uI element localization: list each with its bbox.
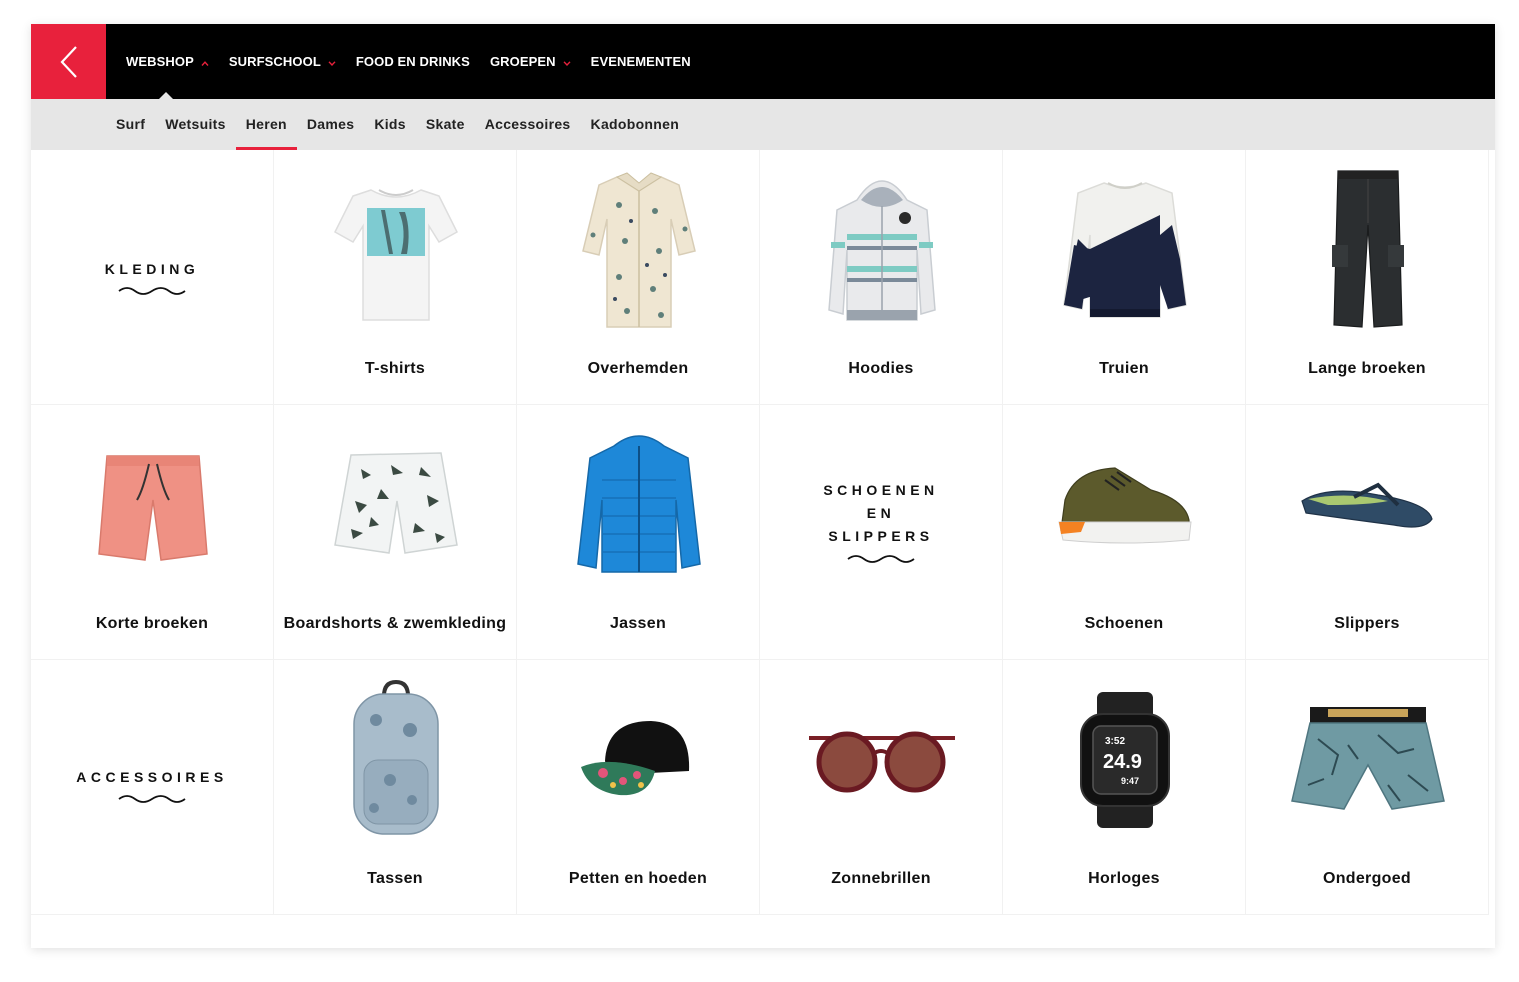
trui-image xyxy=(1003,150,1246,350)
lange-broek-image xyxy=(1246,150,1489,350)
category-label: Zonnebrillen xyxy=(831,870,931,887)
category-tile-truien[interactable]: Truien xyxy=(1003,150,1246,405)
overhemd-image xyxy=(517,150,760,350)
active-nav-indicator xyxy=(159,92,173,99)
subnav-item-accessoires[interactable]: Accessoires xyxy=(475,99,581,150)
watch-value-text: 24.9 xyxy=(1103,751,1142,773)
category-label: Slippers xyxy=(1334,615,1400,632)
category-tile-tshirts[interactable]: T-shirts xyxy=(274,150,517,405)
nav-item-surfschool[interactable]: SURFSCHOOL xyxy=(229,54,336,69)
main-nav: WEBSHOP SURFSCHOOL FOOD EN DRINKS GROEPE… xyxy=(126,24,711,99)
nav-item-webshop[interactable]: WEBSHOP xyxy=(126,54,209,69)
subnav-item-kids[interactable]: Kids xyxy=(364,99,416,150)
chevron-up-icon xyxy=(201,54,209,69)
category-label: Ondergoed xyxy=(1322,870,1412,887)
subnav-item-surf[interactable]: Surf xyxy=(106,99,155,150)
boardshorts-image xyxy=(274,405,517,605)
watch-time-text: 3:52 xyxy=(1105,736,1125,747)
back-button[interactable] xyxy=(31,24,106,99)
category-tile-horloges[interactable]: 3:52 24.9 9:47 Horloges xyxy=(1003,660,1246,915)
category-tile-ondergoed[interactable]: Ondergoed xyxy=(1246,660,1489,915)
wave-divider-icon xyxy=(118,795,186,803)
zonnebril-image xyxy=(760,660,1003,860)
category-tile-hoodies[interactable]: Hoodies xyxy=(760,150,1003,405)
wave-divider-icon xyxy=(847,555,915,563)
nav-item-label: WEBSHOP xyxy=(126,54,194,69)
category-label: Tassen xyxy=(367,870,423,887)
nav-item-food-en-drinks[interactable]: FOOD EN DRINKS xyxy=(356,54,470,69)
category-heading-schoenen-en-slippers: SCHOENEN EN SLIPPERS xyxy=(760,405,1003,660)
category-tile-tassen[interactable]: Tassen xyxy=(274,660,517,915)
nav-item-label: EVENEMENTEN xyxy=(590,54,691,69)
category-label: Hoodies xyxy=(848,360,914,377)
category-tile-jassen[interactable]: Jassen xyxy=(517,405,760,660)
subnav-item-dames[interactable]: Dames xyxy=(297,99,364,150)
nav-item-groepen[interactable]: GROEPEN xyxy=(490,54,571,69)
category-tile-petten[interactable]: Petten en hoeden xyxy=(517,660,760,915)
subnav-item-kadobonnen[interactable]: Kadobonnen xyxy=(581,99,690,150)
top-navigation-bar: WEBSHOP SURFSCHOOL FOOD EN DRINKS GROEPE… xyxy=(31,24,1495,99)
category-tile-korte-broeken[interactable]: Korte broeken xyxy=(31,405,274,660)
hoodie-image xyxy=(760,150,1003,350)
category-heading-kleding: KLEDING xyxy=(31,150,274,405)
category-heading-accessoires: ACCESSOIRES xyxy=(31,660,274,915)
category-tile-lange-broeken[interactable]: Lange broeken xyxy=(1246,150,1489,405)
heading-text: ACCESSOIRES xyxy=(76,769,228,785)
sub-nav: Surf Wetsuits Heren Dames Kids Skate Acc… xyxy=(106,99,689,150)
nav-item-label: FOOD EN DRINKS xyxy=(355,54,470,69)
heading-text: SCHOENEN xyxy=(823,482,939,498)
category-label: Truien xyxy=(1099,360,1149,377)
subnav-item-skate[interactable]: Skate xyxy=(416,99,475,150)
nav-item-label: GROEPEN xyxy=(489,54,556,69)
schoen-image xyxy=(1003,405,1246,605)
heading-text: KLEDING xyxy=(104,261,200,277)
wave-divider-icon xyxy=(118,287,186,295)
watch-sub-text: 9:47 xyxy=(1121,776,1139,786)
category-tile-slippers[interactable]: Slippers xyxy=(1246,405,1489,660)
category-tile-boardshorts[interactable]: Boardshorts & zwemkleding xyxy=(274,405,517,660)
nav-item-evenementen[interactable]: EVENEMENTEN xyxy=(591,54,691,69)
category-label: Schoenen xyxy=(1084,615,1164,632)
jas-image xyxy=(517,405,760,605)
category-label: Horloges xyxy=(1088,870,1160,887)
category-label: Overhemden xyxy=(587,360,689,377)
category-label: Korte broeken xyxy=(95,615,209,632)
slipper-image xyxy=(1246,405,1489,605)
tas-image xyxy=(274,660,517,860)
app-frame: WEBSHOP SURFSCHOOL FOOD EN DRINKS GROEPE… xyxy=(31,24,1495,948)
category-label: Lange broeken xyxy=(1308,360,1426,377)
subnav-item-wetsuits[interactable]: Wetsuits xyxy=(155,99,236,150)
subnav-item-heren[interactable]: Heren xyxy=(235,99,298,150)
sub-navigation-bar: Surf Wetsuits Heren Dames Kids Skate Acc… xyxy=(31,99,1495,150)
ondergoed-image xyxy=(1246,660,1489,860)
category-tile-schoenen[interactable]: Schoenen xyxy=(1003,405,1246,660)
horloge-image: 3:52 24.9 9:47 xyxy=(1003,660,1246,860)
heading-text: EN xyxy=(866,505,896,521)
chevron-down-icon xyxy=(328,54,336,69)
chevron-left-icon xyxy=(59,45,77,78)
korte-broek-image xyxy=(31,405,274,605)
category-label: Jassen xyxy=(609,615,667,632)
category-label: T-shirts xyxy=(364,360,426,377)
category-label: Boardshorts & zwemkleding xyxy=(283,615,507,632)
category-tile-zonnebrillen[interactable]: Zonnebrillen xyxy=(760,660,1003,915)
tshirt-image xyxy=(274,150,517,350)
heading-text: SLIPPERS xyxy=(828,528,934,544)
category-tile-overhemden[interactable]: Overhemden xyxy=(517,150,760,405)
category-label: Petten en hoeden xyxy=(568,870,708,887)
nav-item-label: SURFSCHOOL xyxy=(228,54,321,69)
chevron-down-icon xyxy=(563,54,571,69)
pet-image xyxy=(517,660,760,860)
